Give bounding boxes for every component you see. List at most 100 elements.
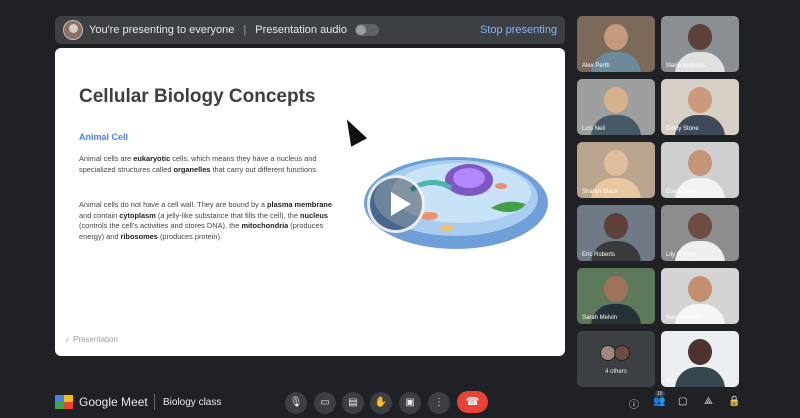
slide-paragraph-1: Animal cells are eukaryotic cells, which…: [79, 154, 341, 175]
participant-face: [604, 213, 628, 239]
meeting-name: Biology class: [163, 397, 222, 408]
participant-video: [675, 52, 725, 72]
microphone-button[interactable]: 🎙: [285, 392, 307, 414]
bold-term: nucleus: [300, 210, 328, 220]
participant-video: [591, 304, 641, 324]
others-label: 4 others: [605, 369, 627, 375]
participant-face: [604, 150, 628, 176]
others-avatar: [614, 345, 630, 361]
more-options-button[interactable]: ⋮: [428, 392, 450, 414]
participant-face: [688, 87, 712, 113]
chat-button[interactable]: ▢: [678, 396, 687, 407]
participant-video: [591, 115, 641, 135]
bold-term: organelles: [173, 164, 211, 174]
participant-tile[interactable]: Alex Perth: [577, 16, 655, 72]
google-meet-logo: Google Meet: [55, 395, 148, 409]
participant-name: Sharon Black: [582, 189, 618, 195]
participant-video: [591, 178, 641, 198]
paragraph-text: Animal cells do not have a cell wall. Th…: [79, 200, 268, 209]
participant-face: [688, 150, 712, 176]
participant-name: Sara Gallard: [666, 315, 700, 321]
bar-divider: [154, 394, 155, 410]
presented-slide: Cellular Biology Concepts Animal Cell An…: [55, 48, 565, 356]
presentation-audio-toggle[interactable]: [355, 24, 379, 36]
participant-tile[interactable]: Cindy Stone: [661, 79, 739, 135]
participant-face: [688, 276, 712, 302]
participant-tile[interactable]: Sarah Melvin: [577, 268, 655, 324]
participant-video: [675, 304, 725, 324]
participant-tile[interactable]: Sharon Black: [577, 142, 655, 198]
bold-term: mitochondria: [241, 221, 289, 230]
slide-footer: ♪ Presentation: [65, 335, 118, 344]
slide-footer-label: Presentation: [73, 335, 118, 344]
participant-face: [604, 24, 628, 50]
camera-button[interactable]: ▭: [314, 392, 336, 414]
banner-divider: |: [243, 24, 247, 36]
participant-name: Mario Andrews: [666, 63, 706, 69]
participant-name: Eva Groom: [666, 189, 697, 195]
end-call-button[interactable]: ☎: [457, 391, 488, 413]
participant-tile[interactable]: Eva Groom: [661, 142, 739, 198]
paragraph-text: (a jelly-like substance that fills the c…: [155, 210, 301, 220]
paragraph-text: and contain: [79, 210, 120, 220]
video-play-button[interactable]: [367, 175, 425, 233]
raise-hand-button[interactable]: ✋: [370, 392, 392, 414]
participant-tile[interactable]: Sara Gallard: [661, 268, 739, 324]
bold-term: plasma membrane: [267, 200, 332, 209]
participant-face: [688, 339, 712, 365]
participant-name: Lily Cready: [666, 252, 697, 258]
participant-face: [688, 213, 712, 239]
bold-term: cytoplasm: [119, 210, 156, 220]
present-button[interactable]: ▣: [399, 392, 421, 414]
people-icon: 👥: [653, 396, 666, 407]
participant-video: [591, 52, 641, 72]
participant-face: [688, 24, 712, 50]
participant-video: [675, 241, 725, 261]
participant-video: [591, 241, 641, 261]
participant-video: [675, 178, 725, 198]
others-tile[interactable]: 4 others: [577, 331, 655, 387]
participant-tile[interactable]: Mario Andrews: [661, 16, 739, 72]
activities-icon: ⟁: [704, 396, 713, 407]
paragraph-text: (controls the cell's activities and stor…: [79, 221, 242, 230]
participant-tile[interactable]: Lois Neil: [577, 79, 655, 135]
presenter-avatar: [63, 20, 83, 40]
lock-icon: 🔒: [728, 396, 741, 407]
bold-term: ribosomes: [120, 231, 158, 241]
more-vert-icon: ⋮: [434, 397, 444, 408]
present-icon: ▣: [405, 397, 415, 408]
slide-title: Cellular Biology Concepts: [79, 86, 316, 107]
presentation-audio-label: Presentation audio: [255, 24, 347, 36]
activities-button[interactable]: ⟁: [704, 396, 713, 407]
participant-name: Lois Neil: [582, 126, 606, 132]
participant-video: [675, 115, 725, 135]
participant-tile[interactable]: Eric Roberts: [577, 205, 655, 261]
participant-face: [604, 87, 628, 113]
paragraph-text: Animal cells are: [79, 154, 134, 163]
host-controls-button[interactable]: 🔒: [728, 396, 740, 407]
microphone-icon: 🎙: [289, 397, 303, 408]
info-icon: ⓘ: [629, 400, 639, 411]
participant-name: Sarah Melvin: [582, 315, 618, 321]
participant-name: Eric Roberts: [582, 252, 616, 258]
meeting-info-button[interactable]: ⓘ: [629, 396, 639, 411]
bold-term: eukaryotic: [133, 154, 171, 163]
participant-tile[interactable]: Lily Cready: [661, 205, 739, 261]
participant-tile[interactable]: You: [661, 331, 739, 387]
meeting-control-bar: Google Meet Biology class 🎙 ▭ ▤ ✋ ▣ ⋮ ☎ …: [0, 386, 800, 418]
phone-hangup-icon: ☎: [465, 396, 480, 408]
captions-icon: ▤: [348, 397, 358, 408]
app-name: Google Meet: [79, 395, 148, 409]
camera-icon: ▭: [320, 397, 330, 408]
hand-icon: ✋: [374, 397, 388, 408]
participant-name: Cindy Stone: [666, 126, 699, 132]
chat-icon: ▢: [678, 396, 688, 407]
paragraph-text: that carry out different functions.: [210, 164, 318, 174]
presentation-icon: ♪: [65, 335, 69, 344]
slide-heading: Animal Cell: [79, 132, 129, 142]
participant-name: You: [666, 378, 677, 384]
people-button[interactable]: 👥: [653, 396, 665, 407]
stop-presenting-button[interactable]: Stop presenting: [480, 24, 557, 36]
captions-button[interactable]: ▤: [342, 392, 364, 414]
slide-paragraph-2: Animal cells do not have a cell wall. Th…: [79, 200, 341, 242]
